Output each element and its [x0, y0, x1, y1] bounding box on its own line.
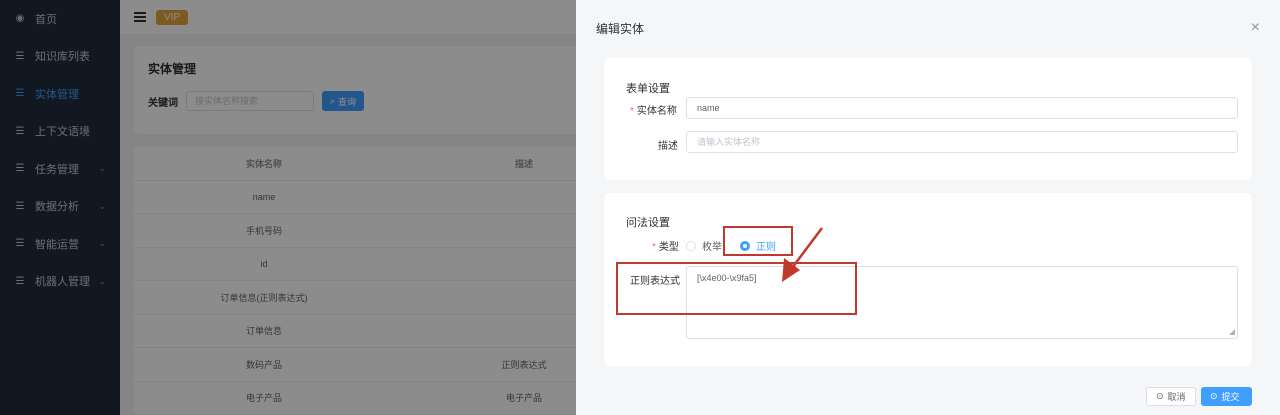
radio-circle-icon [686, 240, 696, 251]
type-label: * 类型 [652, 242, 679, 253]
close-icon[interactable]: × [1251, 19, 1260, 37]
description-input[interactable]: 请输入实体名称 [686, 131, 1238, 153]
annotation-box-regex [616, 262, 857, 315]
radio-enum[interactable]: 枚举 [686, 238, 722, 253]
drawer-header: 编辑实体 × [576, 0, 1280, 56]
check-circle-icon: ⊙ [1210, 391, 1218, 401]
form-settings-card: 表单设置 * 实体名称 name 描述 请输入实体名称 [604, 58, 1252, 180]
edit-entity-drawer: 编辑实体 × 表单设置 * 实体名称 name 描述 请输入实体名称 问法设置 *… [576, 0, 1280, 415]
entity-name-input[interactable]: name [686, 97, 1238, 119]
drawer-title: 编辑实体 [596, 21, 645, 36]
submit-button[interactable]: ⊙ 提交 [1201, 387, 1252, 406]
cancel-icon: ⊙ [1156, 391, 1164, 401]
description-label: 描述 [658, 141, 678, 152]
entity-name-label: * 实体名称 [630, 106, 677, 117]
section-title: 表单设置 [626, 83, 670, 95]
section-title: 问法设置 [626, 217, 670, 229]
resize-handle-icon[interactable]: ◢ [1229, 327, 1235, 336]
cancel-button-label: 取消 [1167, 392, 1186, 402]
radio-label: 枚举 [702, 242, 722, 253]
annotation-box-radio [723, 226, 793, 256]
cancel-button[interactable]: ⊙ 取消 [1146, 387, 1196, 406]
submit-button-label: 提交 [1221, 392, 1240, 402]
